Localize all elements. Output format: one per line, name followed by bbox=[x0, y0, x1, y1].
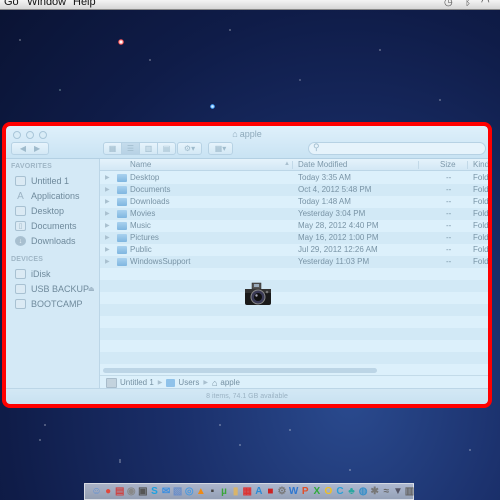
mail-icon[interactable]: ✉ bbox=[161, 486, 172, 497]
vlc-icon[interactable]: ▲ bbox=[195, 486, 206, 497]
aperture-icon[interactable]: ◉ bbox=[126, 486, 137, 497]
wifi-icon[interactable]: ◠ bbox=[481, 0, 490, 8]
notes-icon[interactable]: ▮ bbox=[230, 486, 241, 497]
globe-icon[interactable]: ◍ bbox=[358, 486, 369, 497]
menu-help[interactable]: Help bbox=[73, 0, 96, 8]
utorrent-icon[interactable]: µ bbox=[219, 486, 230, 497]
word-icon[interactable]: W bbox=[288, 486, 299, 497]
camera-icon bbox=[245, 282, 271, 305]
photo-booth-icon[interactable]: ▣ bbox=[137, 486, 148, 497]
calendar-icon[interactable]: ▦ bbox=[242, 486, 253, 497]
menu-window[interactable]: Window bbox=[27, 0, 66, 8]
highlight-frame bbox=[2, 122, 492, 408]
audio-icon[interactable]: ≈ bbox=[381, 486, 392, 497]
time-machine-icon[interactable]: ◷ bbox=[444, 0, 453, 8]
menu-bar: Go Window Help ◷ ᛒ ◠ bbox=[0, 0, 500, 10]
outlook-icon[interactable]: O bbox=[323, 486, 334, 497]
skype-icon[interactable]: S bbox=[149, 486, 160, 497]
system-preferences-icon[interactable]: ⚙ bbox=[277, 486, 288, 497]
excel-icon[interactable]: X bbox=[311, 486, 322, 497]
communicator-icon[interactable]: C bbox=[334, 486, 345, 497]
messenger-icon[interactable]: ♣ bbox=[346, 486, 357, 497]
app-store-icon[interactable]: A bbox=[253, 486, 264, 497]
bluetooth-icon[interactable]: ᛒ bbox=[465, 0, 471, 8]
safari-icon[interactable]: ◎ bbox=[184, 486, 195, 497]
chrome-icon[interactable]: ● bbox=[103, 486, 114, 497]
menu-go[interactable]: Go bbox=[4, 0, 19, 8]
wallpaper-star bbox=[210, 104, 215, 109]
trash-icon[interactable]: ▥ bbox=[404, 486, 415, 497]
photo-app-icon[interactable]: ■ bbox=[265, 486, 276, 497]
preview-icon[interactable]: ▧ bbox=[172, 486, 183, 497]
wallpaper-star bbox=[118, 39, 124, 45]
downloads-stack-icon[interactable]: ▼ bbox=[392, 486, 403, 497]
network-utility-icon[interactable]: ✱ bbox=[369, 486, 380, 497]
finder-icon[interactable]: ☺ bbox=[91, 486, 102, 497]
clapper-icon[interactable]: ▤ bbox=[114, 486, 125, 497]
powerpoint-icon[interactable]: P bbox=[300, 486, 311, 497]
facetime-icon[interactable]: ▪ bbox=[207, 486, 218, 497]
dock: ☺ ● ▤ ◉ ▣ S ✉ ▧ ◎ ▲ ▪ µ ▮ ▦ A ■ ⚙ W P X O C ♣ ◍ ✱ ≈ ▼ ▥ bbox=[84, 483, 414, 500]
